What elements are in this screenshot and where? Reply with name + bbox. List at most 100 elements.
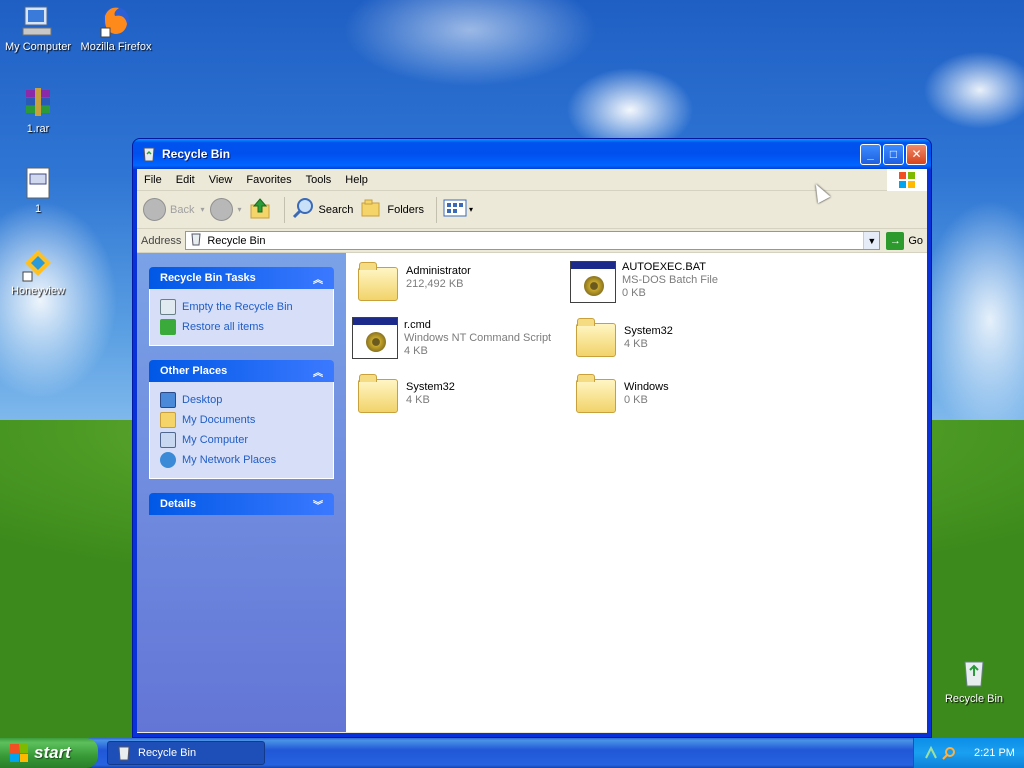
maximize-button[interactable]: □	[883, 143, 904, 165]
desktop-icon-1[interactable]: 1	[0, 166, 76, 215]
file-name: Administrator	[406, 265, 471, 277]
close-button[interactable]: ✕	[906, 143, 927, 165]
toolbar: Back ▾ ▾ Search Folders ▾	[137, 191, 927, 229]
network-places-icon	[160, 452, 176, 468]
start-button[interactable]: start	[0, 738, 98, 768]
desktop-icon-label: My Computer	[4, 41, 72, 53]
folder-icon	[572, 373, 618, 415]
file-item[interactable]: System32 4 KB	[572, 317, 782, 359]
taskbar-item-label: Recycle Bin	[138, 747, 197, 759]
desktop-icon-firefox[interactable]: Mozilla Firefox	[78, 4, 154, 53]
place-my-network-places-link[interactable]: My Network Places	[160, 450, 323, 470]
file-size: 4 KB	[624, 338, 648, 350]
empty-recycle-bin-link[interactable]: Empty the Recycle Bin	[160, 297, 323, 317]
collapse-icon[interactable]: ︽	[313, 364, 323, 379]
place-label: Desktop	[182, 394, 223, 406]
minimize-button[interactable]: _	[860, 143, 881, 165]
menu-help[interactable]: Help	[338, 174, 375, 186]
my-documents-icon	[160, 412, 176, 428]
place-label: My Network Places	[182, 454, 277, 466]
file-size: 4 KB	[404, 345, 428, 357]
views-button[interactable]: ▾	[443, 198, 473, 221]
winrar-archive-icon	[21, 86, 55, 120]
file-type: MS-DOS Batch File	[622, 274, 718, 286]
recycle-bin-icon	[957, 656, 991, 690]
back-button[interactable]: Back ▾	[143, 198, 204, 221]
clock[interactable]: 2:21 PM	[974, 747, 1015, 759]
panel-header[interactable]: Other Places ︽	[149, 360, 334, 382]
desktop-icon-my-computer[interactable]: My Computer	[0, 4, 76, 53]
file-item[interactable]: Windows 0 KB	[572, 373, 782, 415]
toolbar-separator	[283, 196, 285, 223]
file-size: 4 KB	[406, 394, 430, 406]
expand-icon[interactable]: ︾	[313, 497, 323, 512]
menu-tools[interactable]: Tools	[299, 174, 339, 186]
file-item[interactable]: Administrator 212,492 KB	[354, 261, 564, 303]
recycle-bin-icon	[189, 232, 203, 249]
forward-button[interactable]: ▾	[210, 198, 242, 221]
recycle-bin-tasks-panel: Recycle Bin Tasks ︽ Empty the Recycle Bi…	[149, 267, 334, 346]
up-folder-button[interactable]	[248, 196, 272, 223]
folders-button[interactable]: Folders	[359, 196, 424, 223]
place-desktop-link[interactable]: Desktop	[160, 390, 323, 410]
file-name: Windows	[624, 381, 669, 393]
desktop-icon-recycle-bin[interactable]: Recycle Bin	[936, 656, 1012, 705]
file-size: 212,492 KB	[406, 278, 464, 290]
taskbar-item-recycle-bin[interactable]: Recycle Bin	[107, 741, 265, 765]
content-area: Recycle Bin Tasks ︽ Empty the Recycle Bi…	[137, 253, 927, 732]
desktop-icon	[160, 392, 176, 408]
network-tray-icon[interactable]	[924, 745, 938, 760]
menu-edit[interactable]: Edit	[169, 174, 202, 186]
search-label: Search	[318, 203, 354, 216]
file-name: System32	[624, 325, 673, 337]
folder-icon	[354, 373, 400, 415]
file-item[interactable]: AUTOEXEC.BAT MS-DOS Batch File 0 KB	[570, 261, 780, 303]
folders-icon	[359, 196, 383, 223]
search-tray-icon[interactable]	[942, 746, 956, 760]
address-bar: Address Recycle Bin ▼ → Go	[137, 229, 927, 253]
panel-title: Other Places	[160, 365, 228, 377]
back-arrow-icon	[143, 198, 166, 221]
panel-header[interactable]: Recycle Bin Tasks ︽	[149, 267, 334, 289]
command-script-icon	[352, 317, 398, 359]
place-label: My Documents	[182, 414, 256, 426]
menu-view[interactable]: View	[202, 174, 240, 186]
panel-body: Desktop My Documents My Computer My Netw…	[149, 382, 334, 479]
file-size: 0 KB	[624, 394, 648, 406]
file-item[interactable]: System32 4 KB	[354, 373, 564, 415]
desktop-icon-label: Recycle Bin	[944, 693, 1004, 705]
panel-header[interactable]: Details ︾	[149, 493, 334, 515]
file-item[interactable]: r.cmd Windows NT Command Script 4 KB	[352, 317, 562, 359]
menu-file[interactable]: File	[137, 174, 169, 186]
menu-bar: File Edit View Favorites Tools Help	[137, 169, 927, 191]
file-size: 0 KB	[622, 287, 646, 299]
search-button[interactable]: Search	[291, 196, 354, 223]
address-label: Address	[141, 234, 182, 247]
menu-favorites[interactable]: Favorites	[239, 174, 298, 186]
collapse-icon[interactable]: ︽	[313, 271, 323, 286]
search-icon	[291, 196, 315, 223]
place-my-computer-link[interactable]: My Computer	[160, 430, 323, 450]
batch-file-icon	[570, 261, 616, 303]
computer-icon	[160, 432, 176, 448]
desktop-icon-honeyview[interactable]: Honeyview	[0, 248, 76, 297]
panel-body: Empty the Recycle Bin Restore all items	[149, 289, 334, 346]
desktop-icon-rar[interactable]: 1.rar	[0, 86, 76, 135]
go-button[interactable]: → Go	[886, 231, 923, 250]
minimize-icon: _	[867, 147, 874, 161]
task-label: Empty the Recycle Bin	[182, 301, 293, 313]
file-name: r.cmd	[404, 319, 431, 331]
address-dropdown-button[interactable]: ▼	[863, 232, 880, 249]
system-tray: 2:21 PM	[913, 738, 1024, 768]
chevron-down-icon: ▾	[469, 205, 474, 214]
computer-icon	[21, 4, 55, 38]
title-bar[interactable]: Recycle Bin _ □ ✕	[133, 139, 931, 169]
details-panel: Details ︾	[149, 493, 334, 515]
desktop-icon-label: Honeyview	[11, 285, 65, 297]
recycle-bin-icon	[116, 745, 132, 761]
place-my-documents-link[interactable]: My Documents	[160, 410, 323, 430]
recycle-bin-icon	[141, 146, 157, 162]
address-input[interactable]: Recycle Bin ▼	[185, 231, 881, 250]
firefox-icon	[99, 4, 133, 38]
restore-all-items-link[interactable]: Restore all items	[160, 317, 323, 337]
